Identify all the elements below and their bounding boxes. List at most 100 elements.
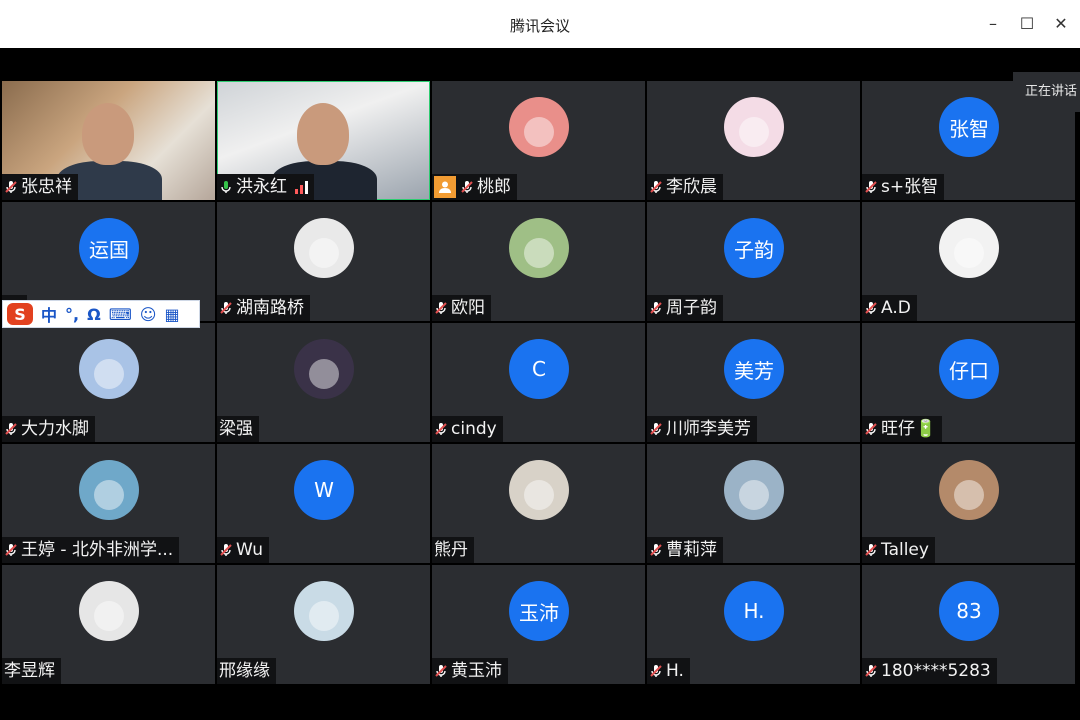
avatar-initials: 张智	[949, 116, 989, 141]
participant-tile[interactable]: 张忠祥	[2, 81, 215, 200]
avatar-initials: W	[314, 478, 334, 502]
participant-name-bar: 川师李美芳	[647, 416, 757, 442]
participant-tile[interactable]: 洪永红	[217, 81, 430, 200]
participant-tile[interactable]: W Wu	[217, 444, 430, 563]
participant-name-bar: Talley	[862, 537, 935, 563]
ime-toolbar[interactable]: S 中 °, Ω ⌨ ☺ ▦	[2, 300, 200, 328]
keyboard-icon[interactable]: ⌨	[109, 305, 132, 324]
avatar-figure	[309, 359, 339, 389]
sogou-logo-icon[interactable]: S	[7, 303, 33, 325]
speaking-indicator: 正在讲话	[1013, 72, 1080, 112]
avatar-figure	[94, 601, 124, 631]
mic-muted-icon	[434, 422, 448, 436]
participant-avatar	[79, 581, 139, 641]
participant-tile[interactable]: 熊丹	[432, 444, 645, 563]
participant-tile[interactable]: 美芳川师李美芳	[647, 323, 860, 442]
participant-name: 大力水脚	[21, 419, 89, 439]
participant-tile[interactable]: 83 180****5283	[862, 565, 1075, 684]
mic-muted-icon	[649, 301, 663, 315]
mic-muted-icon	[434, 664, 448, 678]
participant-tile[interactable]: 子韵 周子韵	[647, 202, 860, 321]
title-bar[interactable]: 腾讯会议 – ☐ ✕	[0, 0, 1080, 48]
avatar-figure	[954, 238, 984, 268]
mic-muted-icon	[864, 180, 878, 194]
avatar-initials: C	[532, 357, 546, 381]
avatar-figure	[954, 480, 984, 510]
participant-tile[interactable]: 玉沛 黄玉沛	[432, 565, 645, 684]
avatar-initials: 玉沛	[519, 600, 559, 625]
participant-tile[interactable]: 邢缘缘	[217, 565, 430, 684]
omega-icon[interactable]: Ω	[87, 305, 101, 324]
meeting-window: 腾讯会议 – ☐ ✕ 张忠祥 洪永红 桃郎 李欣晨 张智 s+张智运国 湖南路桥 欧阳 子韵 周子…	[0, 0, 1080, 720]
participant-name: Wu	[236, 540, 263, 560]
avatar-initials: 美芳	[734, 358, 774, 383]
participant-tile[interactable]: 桃郎	[432, 81, 645, 200]
ime-punct-toggle[interactable]: °,	[65, 305, 79, 324]
participant-tile[interactable]: 李欣晨	[647, 81, 860, 200]
participant-name: 川师李美芳	[666, 419, 751, 439]
participant-tile[interactable]: A.D	[862, 202, 1075, 321]
participant-tile[interactable]: 李昱辉	[2, 565, 215, 684]
avatar-figure	[524, 480, 554, 510]
participant-avatar	[509, 218, 569, 278]
participant-avatar: 子韵	[724, 218, 784, 278]
participant-avatar: 仔口	[939, 339, 999, 399]
participant-name-bar: 王婷 - 北外非洲学...	[2, 537, 180, 563]
avatar-figure	[739, 480, 769, 510]
video-stage: 张忠祥 洪永红 桃郎 李欣晨 张智 s+张智 运国 湖南路桥 欧阳 子韵 周子韵 A.D 大力水脚 梁强 C…	[0, 48, 1080, 720]
user-icon[interactable]: ☺	[140, 305, 157, 324]
participant-avatar	[79, 460, 139, 520]
mic-muted-icon	[219, 301, 233, 315]
participant-avatar	[509, 460, 569, 520]
mic-muted-icon	[460, 180, 474, 194]
participant-name-bar: 旺仔🔋	[862, 416, 943, 442]
ime-lang-toggle[interactable]: 中	[41, 302, 57, 326]
participant-tile[interactable]: 梁强	[217, 323, 430, 442]
participant-name: 曹莉萍	[666, 540, 717, 560]
mic-muted-icon	[864, 301, 878, 315]
participant-name: 洪永红	[236, 177, 287, 197]
avatar-figure	[309, 601, 339, 631]
person-badge-icon	[434, 176, 456, 198]
participant-tile[interactable]: Talley	[862, 444, 1075, 563]
mic-muted-icon	[864, 543, 878, 557]
apps-icon[interactable]: ▦	[164, 305, 179, 324]
participant-tile[interactable]: Ccindy	[432, 323, 645, 442]
participant-name: H.	[666, 661, 684, 681]
participant-avatar: 玉沛	[509, 581, 569, 641]
participant-avatar: C	[509, 339, 569, 399]
mic-muted-icon	[4, 422, 18, 436]
close-button[interactable]: ✕	[1049, 12, 1073, 36]
participant-avatar: W	[294, 460, 354, 520]
participant-tile[interactable]: 欧阳	[432, 202, 645, 321]
participant-name: 欧阳	[451, 298, 485, 318]
participant-name: cindy	[451, 419, 497, 439]
participant-name-bar: s+张智	[862, 174, 945, 200]
participant-name-bar: A.D	[862, 295, 917, 321]
participant-name-bar: 梁强	[217, 416, 259, 442]
participant-tile[interactable]: 湖南路桥	[217, 202, 430, 321]
avatar-figure	[524, 238, 554, 268]
participant-name-bar: H.	[647, 658, 690, 684]
minimize-button[interactable]: –	[981, 12, 1005, 36]
participant-name-bar: 洪永红	[217, 174, 314, 200]
mic-muted-icon	[4, 543, 18, 557]
participant-tile[interactable]: 曹莉萍	[647, 444, 860, 563]
mic-muted-icon	[864, 664, 878, 678]
participant-name: Talley	[881, 540, 929, 560]
maximize-button[interactable]: ☐	[1015, 12, 1039, 36]
avatar-initials: 83	[956, 599, 982, 623]
participant-tile[interactable]: H. H.	[647, 565, 860, 684]
participant-name: 张忠祥	[21, 177, 72, 197]
participant-name: 邢缘缘	[219, 661, 270, 681]
mic-on-icon	[219, 180, 233, 194]
participant-tile[interactable]: 仔口旺仔🔋	[862, 323, 1075, 442]
participant-tile[interactable]: 王婷 - 北外非洲学...	[2, 444, 215, 563]
participant-name-bar: 张忠祥	[2, 174, 78, 200]
signal-strength-icon	[295, 180, 308, 194]
participant-name: 周子韵	[666, 298, 717, 318]
participant-tile[interactable]: 大力水脚	[2, 323, 215, 442]
avatar-initials: 运国	[89, 237, 129, 262]
mic-muted-icon	[219, 543, 233, 557]
participant-name-bar: 180****5283	[862, 658, 997, 684]
